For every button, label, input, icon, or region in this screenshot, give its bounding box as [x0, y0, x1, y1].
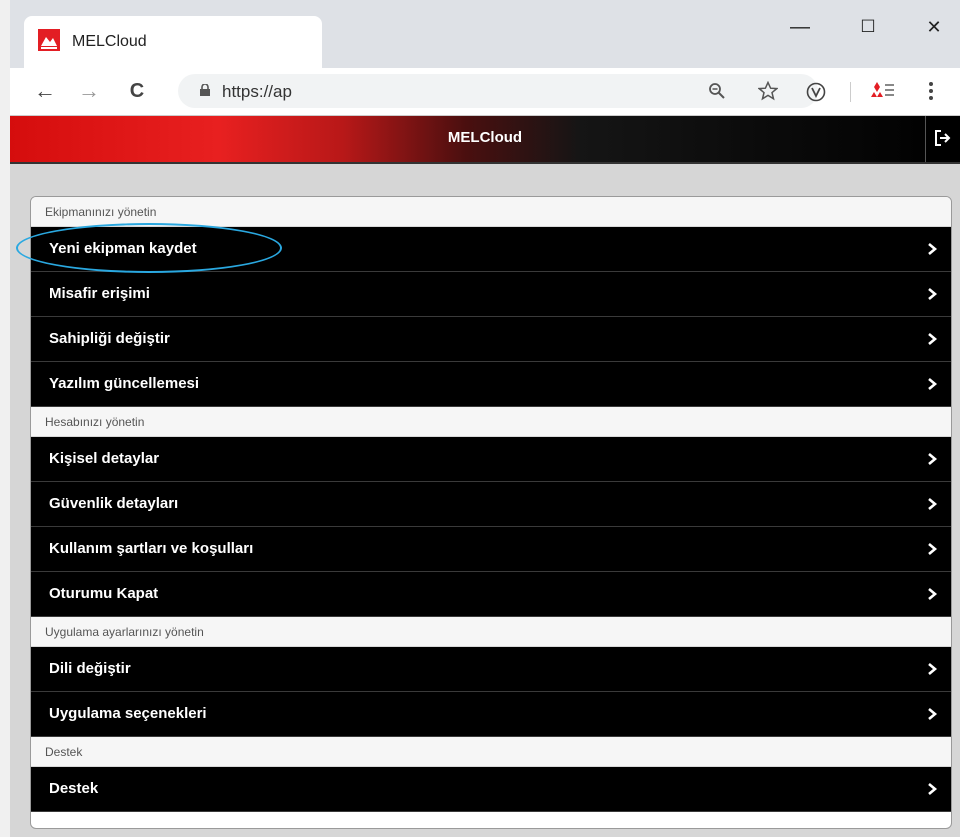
lock-icon — [200, 84, 210, 96]
browser-toolbar: ← → C https://ap — [10, 68, 960, 116]
chevron-right-icon — [928, 288, 938, 300]
bookmark-star-icon[interactable] — [758, 81, 778, 101]
menu-item-label: Yeni ekipman kaydet — [49, 240, 197, 257]
url-text: https://ap — [222, 82, 292, 101]
menu-item-label: Dili değiştir — [49, 660, 131, 677]
menu-item-label: Kişisel detaylar — [49, 450, 160, 467]
extension-v-icon[interactable] — [806, 82, 826, 102]
logout-button[interactable] — [925, 116, 960, 162]
address-bar[interactable]: https://ap — [178, 74, 818, 108]
chevron-right-icon — [928, 783, 938, 795]
menu-item[interactable]: Yeni ekipman kaydet — [31, 227, 951, 272]
menu-item[interactable]: Güvenlik detayları — [31, 482, 951, 527]
maximize-button[interactable]: ☐ — [848, 10, 888, 44]
chevron-right-icon — [928, 453, 938, 465]
mitsubishi-extension-icon[interactable] — [870, 80, 896, 102]
menu-item[interactable]: Kişisel detaylar — [31, 437, 951, 482]
chevron-right-icon — [928, 333, 938, 345]
menu-item-label: Destek — [49, 780, 99, 797]
menu-item-label: Uygulama seçenekleri — [49, 705, 207, 722]
menu-item-label: Misafir erişimi — [49, 285, 150, 302]
chevron-right-icon — [928, 498, 938, 510]
browser-tab[interactable]: MELCloud — [24, 16, 322, 68]
menu-item-label: Yazılım güncellemesi — [49, 375, 200, 392]
melcloud-favicon-icon — [38, 29, 60, 51]
chevron-right-icon — [928, 588, 938, 600]
menu-item-label: Sahipliği değiştir — [49, 330, 170, 347]
app-header: MELCloud — [10, 116, 960, 164]
chevron-right-icon — [928, 378, 938, 390]
app-title: MELCloud — [447, 129, 523, 146]
chevron-right-icon — [928, 708, 938, 720]
section-header: Hesabınızı yönetin — [31, 407, 951, 437]
browser-menu-icon[interactable] — [928, 81, 934, 101]
menu-item[interactable]: Misafir erişimi — [31, 272, 951, 317]
menu-item[interactable]: Uygulama seçenekleri — [31, 692, 951, 737]
browser-window: MELCloud — ☐ ✕ ← → C https://ap MELCloud… — [10, 0, 960, 837]
section-header: Uygulama ayarlarınızı yönetin — [31, 617, 951, 647]
menu-item[interactable]: Kullanım şartları ve koşulları — [31, 527, 951, 572]
reload-button[interactable]: C — [122, 74, 152, 108]
toolbar-divider — [850, 82, 851, 102]
zoom-icon[interactable] — [708, 82, 726, 100]
chevron-right-icon — [928, 243, 938, 255]
logout-icon — [935, 130, 951, 146]
menu-item[interactable]: Oturumu Kapat — [31, 572, 951, 617]
menu-item[interactable]: Sahipliği değiştir — [31, 317, 951, 362]
tab-title: MELCloud — [72, 33, 147, 50]
section-header: Destek — [31, 737, 951, 767]
back-button[interactable]: ← — [30, 74, 60, 108]
title-bar: MELCloud — ☐ ✕ — [10, 0, 960, 68]
chevron-right-icon — [928, 663, 938, 675]
forward-button[interactable]: → — [74, 74, 104, 108]
settings-menu: Ekipmanınızı yönetin Yeni ekipman kaydet M… — [30, 196, 952, 829]
menu-item-label: Güvenlik detayları — [49, 495, 179, 512]
minimize-button[interactable]: — — [780, 10, 820, 44]
chevron-right-icon — [928, 543, 938, 555]
menu-item[interactable]: Dili değiştir — [31, 647, 951, 692]
menu-item[interactable]: Destek — [31, 767, 951, 812]
section-header: Ekipmanınızı yönetin — [31, 197, 951, 227]
menu-item-label: Kullanım şartları ve koşulları — [49, 540, 254, 557]
menu-item-label: Oturumu Kapat — [49, 585, 159, 602]
close-window-button[interactable]: ✕ — [914, 10, 954, 44]
menu-item[interactable]: Yazılım güncellemesi — [31, 362, 951, 407]
